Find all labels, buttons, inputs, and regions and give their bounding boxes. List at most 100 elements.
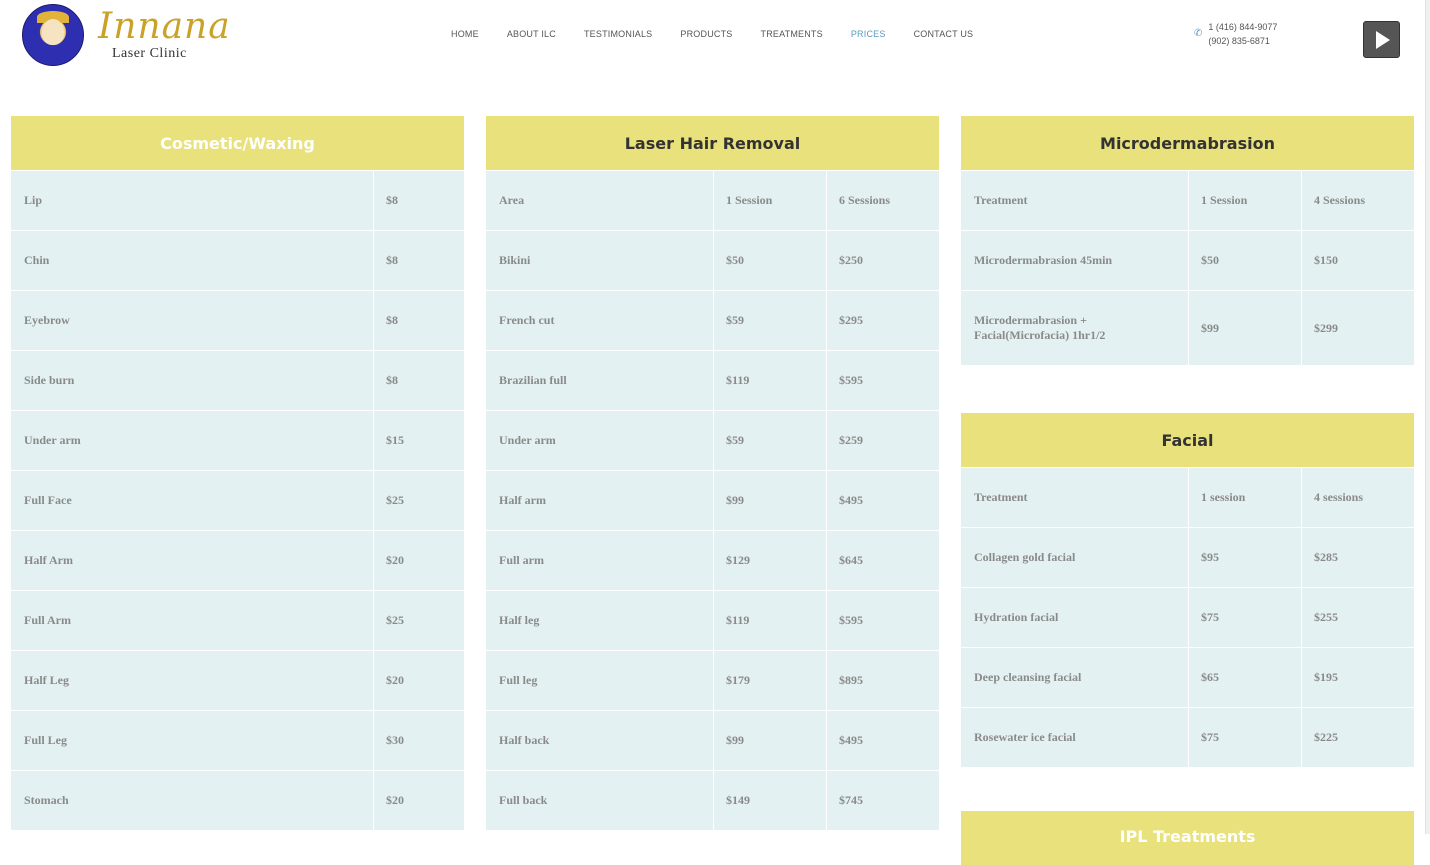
table-header-row: Treatment 1 Session 4 Sessions	[961, 170, 1415, 231]
treatment-cell: Full arm	[486, 530, 714, 591]
price-cell: $645	[826, 530, 940, 591]
treatment-cell: Side burn	[11, 350, 374, 411]
treatment-cell: Full back	[486, 770, 714, 831]
nav-about[interactable]: ABOUT ILC	[507, 29, 556, 39]
treatment-cell: Full Arm	[11, 590, 374, 651]
treatment-cell: Half arm	[486, 470, 714, 531]
column-header: 6 Sessions	[826, 170, 940, 231]
table-row: Half leg $119 $595	[486, 590, 940, 651]
price-cell: $495	[826, 470, 940, 531]
price-cell: $65	[1188, 647, 1302, 708]
price-cell: $259	[826, 410, 940, 471]
price-cell: $30	[373, 710, 465, 771]
table-row: Full Face $25	[11, 470, 465, 531]
price-cell: $119	[713, 590, 827, 651]
table-row: Under arm $15	[11, 410, 465, 471]
table-row: Eyebrow $8	[11, 290, 465, 351]
price-cell: $895	[826, 650, 940, 711]
column-header: Area	[486, 170, 714, 231]
price-cell: $119	[713, 350, 827, 411]
price-cell: $225	[1301, 707, 1415, 768]
ipl-title: IPL Treatments	[961, 811, 1414, 865]
nav-testimonials[interactable]: TESTIMONIALS	[584, 29, 652, 39]
column-header: Treatment	[961, 170, 1189, 231]
treatment-cell: Lip	[11, 170, 374, 231]
micro-title: Microdermabrasion	[961, 116, 1414, 170]
play-button[interactable]	[1363, 21, 1400, 58]
price-cell: $299	[1301, 290, 1415, 366]
price-cell: $25	[373, 470, 465, 531]
treatment-cell: Collagen gold facial	[961, 527, 1189, 588]
phone-block: ✆ 1 (416) 844-9077 (902) 835-6871	[1194, 20, 1277, 48]
price-cell: $8	[373, 350, 465, 411]
nav-products[interactable]: PRODUCTS	[680, 29, 732, 39]
table-row: Half Arm $20	[11, 530, 465, 591]
price-cell: $59	[713, 290, 827, 351]
table-row: Microdermabrasion + Facial(Microfacia) 1…	[961, 290, 1415, 366]
column-header: 1 Session	[713, 170, 827, 231]
table-row: Full arm $129 $645	[486, 530, 940, 591]
price-cell: $99	[713, 470, 827, 531]
table-row: French cut $59 $295	[486, 290, 940, 351]
nav-contact[interactable]: CONTACT US	[914, 29, 974, 39]
facial-title: Facial	[961, 413, 1414, 467]
table-header-row: Area 1 Session 6 Sessions	[486, 170, 940, 231]
price-cell: $595	[826, 350, 940, 411]
table-row: Bikini $50 $250	[486, 230, 940, 291]
table-row: Rosewater ice facial $75 $225	[961, 707, 1415, 768]
logo[interactable]: Innana Laser Clinic	[22, 4, 231, 66]
table-row: Side burn $8	[11, 350, 465, 411]
table-row: Lip $8	[11, 170, 465, 231]
price-cell: $20	[373, 650, 465, 711]
price-cell: $250	[826, 230, 940, 291]
column-header: 4 Sessions	[1301, 170, 1415, 231]
price-cell: $99	[1188, 290, 1302, 366]
column-header: 1 Session	[1188, 170, 1302, 231]
price-cell: $8	[373, 290, 465, 351]
nav-treatments[interactable]: TREATMENTS	[761, 29, 823, 39]
price-cell: $59	[713, 410, 827, 471]
table-header-row: Treatment 1 session 4 sessions	[961, 467, 1415, 528]
scrollbar[interactable]	[1425, 0, 1430, 834]
nav-home[interactable]: HOME	[451, 29, 479, 39]
price-cell: $20	[373, 770, 465, 831]
price-cell: $25	[373, 590, 465, 651]
facial-table: Facial Treatment 1 session 4 sessions Colla…	[961, 413, 1415, 768]
table-row: Brazilian full $119 $595	[486, 350, 940, 411]
price-cell: $595	[826, 590, 940, 651]
column-header: 4 sessions	[1301, 467, 1415, 528]
price-cell: $129	[713, 530, 827, 591]
main-nav: HOME ABOUT ILC TESTIMONIALS PRODUCTS TRE…	[451, 29, 1001, 39]
nav-prices[interactable]: PRICES	[851, 29, 886, 39]
microdermabrasion-table: Microdermabrasion Treatment 1 Session 4 Se…	[961, 116, 1415, 366]
logo-subtitle: Laser Clinic	[112, 46, 187, 61]
treatment-cell: Hydration facial	[961, 587, 1189, 648]
table-row: Stomach $20	[11, 770, 465, 831]
treatment-cell: Under arm	[11, 410, 374, 471]
column-header: Treatment	[961, 467, 1189, 528]
treatment-cell: Full leg	[486, 650, 714, 711]
treatment-cell: Deep cleansing facial	[961, 647, 1189, 708]
table-row: Collagen gold facial $95 $285	[961, 527, 1415, 588]
treatment-cell: Full Face	[11, 470, 374, 531]
price-cell: $149	[713, 770, 827, 831]
price-cell: $255	[1301, 587, 1415, 648]
price-cell: $150	[1301, 230, 1415, 291]
treatment-cell: Chin	[11, 230, 374, 291]
price-cell: $99	[713, 710, 827, 771]
phone-number-2[interactable]: (902) 835-6871	[1208, 34, 1277, 48]
table-row: Half back $99 $495	[486, 710, 940, 771]
price-cell: $495	[826, 710, 940, 771]
laser-hair-removal-table: Laser Hair Removal Area 1 Session 6 Sessio…	[486, 116, 940, 831]
treatment-cell: French cut	[486, 290, 714, 351]
price-cell: $8	[373, 170, 465, 231]
price-cell: $8	[373, 230, 465, 291]
play-icon	[1376, 30, 1390, 49]
treatment-cell: Microdermabrasion 45min	[961, 230, 1189, 291]
treatment-cell: Half back	[486, 710, 714, 771]
price-cell: $195	[1301, 647, 1415, 708]
table-row: Full leg $179 $895	[486, 650, 940, 711]
table-row: Full back $149 $745	[486, 770, 940, 831]
phone-number-1[interactable]: 1 (416) 844-9077	[1208, 20, 1277, 34]
price-cell: $745	[826, 770, 940, 831]
